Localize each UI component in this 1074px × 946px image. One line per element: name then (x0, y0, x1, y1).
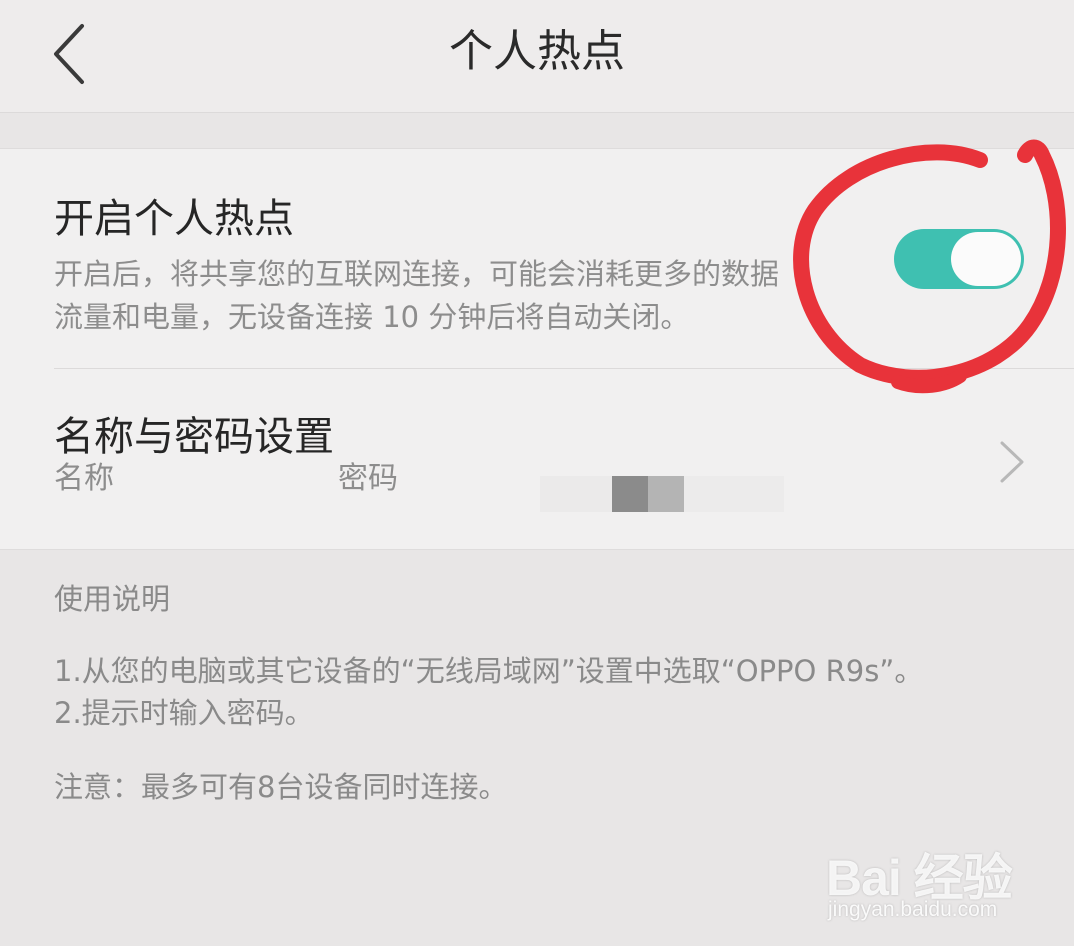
watermark-url: jingyan.baidu.com (828, 898, 998, 921)
hotspot-toggle[interactable] (894, 229, 1024, 289)
name-label: 名称 (54, 461, 114, 496)
name-password-title: 名称与密码设置 (54, 414, 334, 460)
page-title: 个人热点 (449, 26, 625, 77)
help-step-2: 2.提示时输入密码。 (54, 696, 314, 730)
hotspot-title: 开启个人热点 (54, 196, 294, 242)
hotspot-description-line1: 开启后，将共享您的互联网连接，可能会消耗更多的数据 (54, 257, 780, 291)
help-note: 注意：最多可有8台设备同时连接。 (54, 770, 508, 804)
hotspot-row: 开启个人热点 开启后，将共享您的互联网连接，可能会消耗更多的数据 流量和电量，无… (0, 149, 1074, 369)
toggle-knob (951, 232, 1021, 286)
top-bar: 个人热点 (0, 0, 1074, 113)
password-mask-dark (612, 476, 648, 512)
chevron-right-icon (1000, 441, 1024, 483)
settings-card: 开启个人热点 开启后，将共享您的互联网连接，可能会消耗更多的数据 流量和电量，无… (0, 148, 1074, 550)
watermark-logo: Bai 经验 (826, 850, 1013, 906)
name-password-row[interactable]: 名称与密码设置 名称 密码 (0, 369, 1074, 549)
hotspot-description-line2: 流量和电量，无设备连接 10 分钟后将自动关闭。 (54, 300, 690, 334)
password-mask-light (648, 476, 684, 512)
help-step-1: 1.从您的电脑或其它设备的“无线局域网”设置中选取“OPPO R9s”。 (54, 654, 924, 688)
help-heading: 使用说明 (54, 582, 171, 616)
baidu-watermark: Bai 经验 jingyan.baidu.com (820, 820, 1060, 930)
password-label: 密码 (338, 461, 398, 496)
password-mask-faint (540, 476, 612, 512)
hotspot-description: 开启后，将共享您的互联网连接，可能会消耗更多的数据 流量和电量，无设备连接 10… (54, 253, 884, 339)
password-mask-faint-right (684, 476, 784, 512)
